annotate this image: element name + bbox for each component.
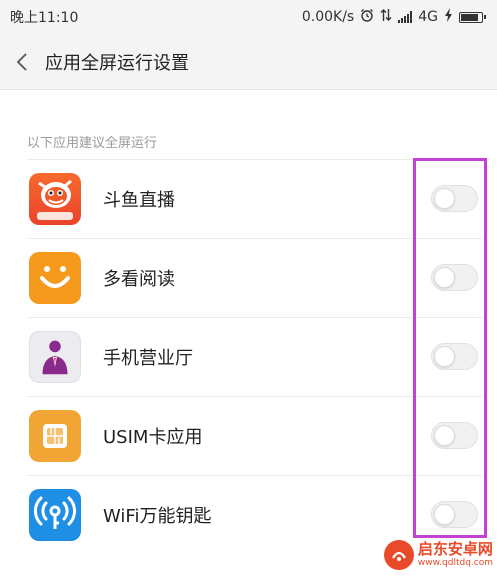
title-bar: 应用全屏运行设置 xyxy=(0,34,497,90)
fullscreen-toggle-duokan[interactable] xyxy=(431,264,478,291)
watermark-logo-icon xyxy=(383,540,414,570)
app-name: WiFi万能钥匙 xyxy=(103,505,212,527)
duokan-app-icon xyxy=(29,251,81,304)
usim-app-icon xyxy=(29,409,81,462)
mobile-hall-app-icon xyxy=(29,330,81,383)
alarm-icon xyxy=(360,8,374,26)
douyu-app-icon xyxy=(29,172,81,225)
app-name: 多看阅读 xyxy=(103,268,175,290)
toggle-knob xyxy=(434,425,455,446)
list-item-duokan[interactable]: 多看阅读 xyxy=(0,238,497,317)
status-time: 晚上11:10 xyxy=(10,10,79,26)
page-title: 应用全屏运行设置 xyxy=(45,52,189,74)
app-list: 斗鱼直播 多看阅读 手机营业厅 USIM卡应用 WiFi万能钥匙 xyxy=(0,159,497,554)
app-name: USIM卡应用 xyxy=(103,426,203,448)
network-type: 4G xyxy=(418,9,438,25)
list-item-usim[interactable]: USIM卡应用 xyxy=(0,396,497,475)
toggle-knob xyxy=(434,346,455,367)
toggle-knob xyxy=(434,267,455,288)
charging-icon xyxy=(444,8,453,26)
section-header: 以下应用建议全屏运行 xyxy=(27,136,158,151)
signal-icon xyxy=(398,11,413,23)
toggle-knob xyxy=(434,504,455,525)
list-item-douyu[interactable]: 斗鱼直播 xyxy=(0,159,497,238)
toggle-knob xyxy=(434,188,455,209)
fullscreen-toggle-wifi-key[interactable] xyxy=(431,501,478,528)
watermark-url: www.qdltdq.com xyxy=(417,558,493,568)
fullscreen-toggle-usim[interactable] xyxy=(431,422,478,449)
net-speed: 0.00K/s xyxy=(301,9,355,25)
fullscreen-toggle-douyu[interactable] xyxy=(431,185,478,212)
settings-content: 以下应用建议全屏运行 斗鱼直播 多看阅读 手机营业厅 USIM卡应用 WiFi万… xyxy=(0,90,497,576)
site-watermark: 启东安卓网 www.qdltdq.com xyxy=(383,540,493,570)
status-bar: 晚上11:10 0.00K/s 4G xyxy=(0,0,497,34)
wifi-key-app-icon xyxy=(29,488,81,541)
app-name: 手机营业厅 xyxy=(103,347,193,369)
fullscreen-toggle-mobile-hall[interactable] xyxy=(431,343,478,370)
battery-icon xyxy=(459,11,486,23)
app-name: 斗鱼直播 xyxy=(103,189,175,211)
data-arrows-icon xyxy=(380,8,392,26)
chevron-left-icon[interactable] xyxy=(12,50,32,74)
status-icons: 0.00K/s 4G xyxy=(301,8,486,26)
watermark-title: 启东安卓网 xyxy=(417,540,493,558)
list-item-mobile-hall[interactable]: 手机营业厅 xyxy=(0,317,497,396)
